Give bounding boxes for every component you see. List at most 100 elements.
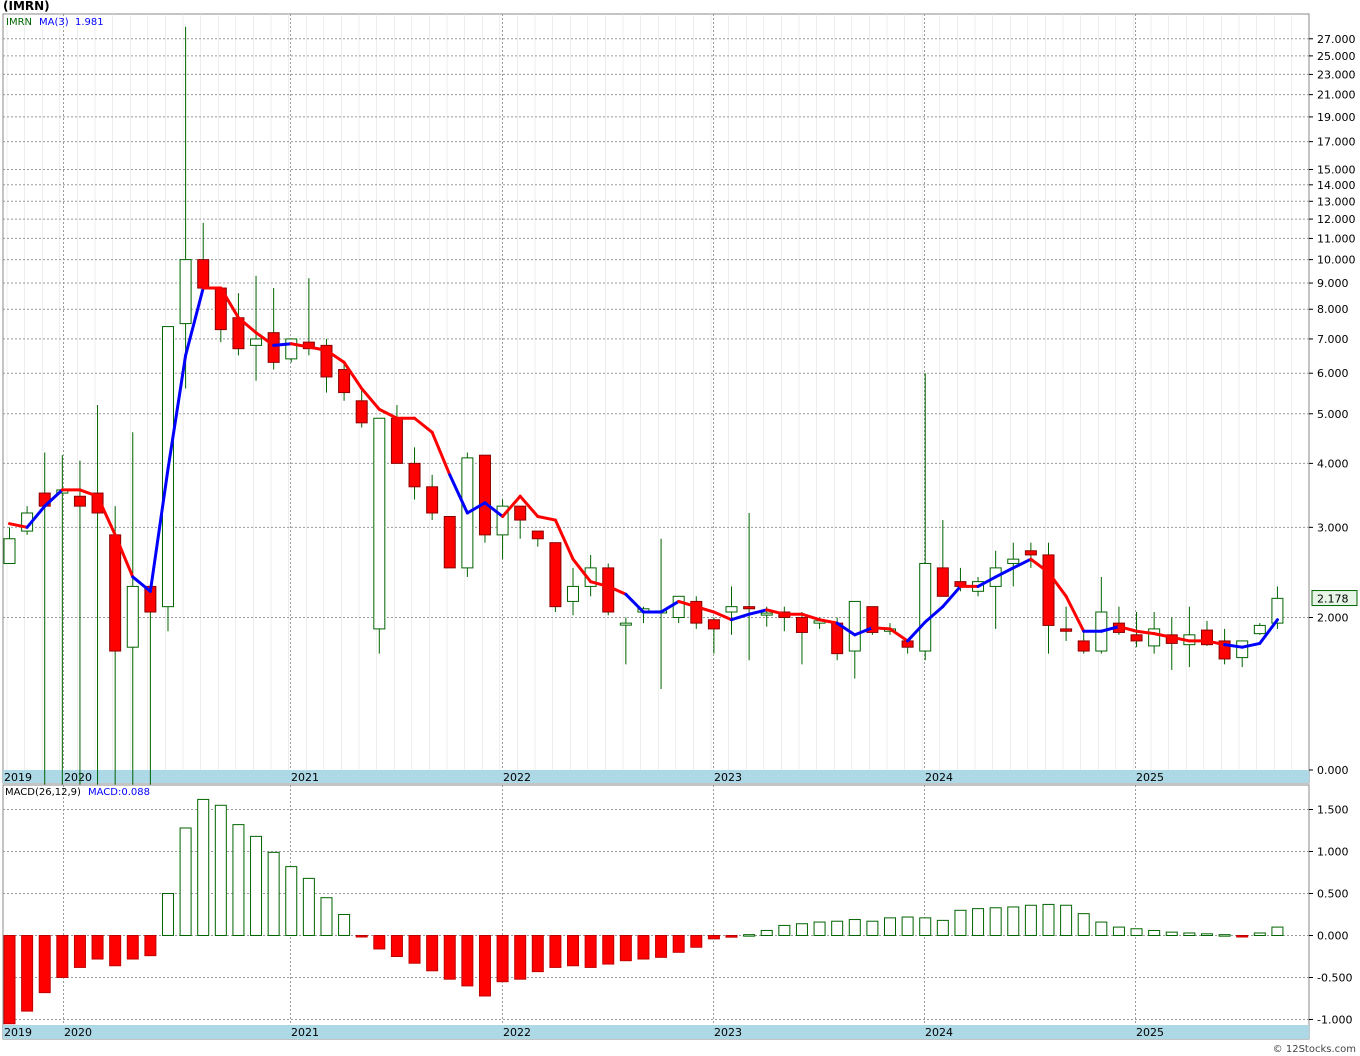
price-tick-label: 5.000 <box>1317 408 1349 421</box>
macd-bar-positive <box>1253 932 1266 936</box>
candle-body-down <box>602 567 615 613</box>
candle-body-down <box>1042 554 1055 626</box>
legend-macd-value: MACD:0.088 <box>88 787 150 798</box>
macd-bar-negative <box>619 935 632 962</box>
macd-bar-positive <box>1130 928 1143 937</box>
price-tick-label: 9.000 <box>1317 277 1349 290</box>
candle-body-up <box>725 606 738 613</box>
macd-bar-positive <box>1218 934 1231 937</box>
macd-bar-positive <box>1183 932 1196 936</box>
candle-body-down <box>267 332 280 363</box>
candle-body-up <box>373 417 386 630</box>
macd-bar-positive <box>989 907 1002 937</box>
candle-body-down <box>390 417 403 464</box>
candle-body-down <box>1060 628 1073 632</box>
candle-body-down <box>514 505 527 521</box>
date-tick-label: 2024 <box>925 771 953 784</box>
candle-body-down <box>338 369 351 394</box>
candle-body-up <box>126 585 139 648</box>
macd-bar-negative <box>21 935 34 1012</box>
macd-bar-positive <box>1042 903 1055 936</box>
price-tick-label: 4.000 <box>1317 457 1349 470</box>
macd-bar-positive <box>214 804 227 936</box>
macd-bar-negative <box>91 935 104 960</box>
candle <box>549 542 562 613</box>
macd-bar-positive <box>1007 906 1020 937</box>
ma-segment <box>272 342 293 347</box>
macd-bar-negative <box>637 935 650 960</box>
macd-bar-negative <box>390 935 403 957</box>
macd-bar-positive <box>1095 921 1108 936</box>
macd-bar-positive <box>778 924 791 936</box>
ma-segment <box>870 626 892 631</box>
price-tick-label: 14.000 <box>1317 179 1356 192</box>
candle-body-down <box>408 462 421 488</box>
candle-body-up <box>1236 640 1249 659</box>
candle <box>443 515 456 569</box>
candle-body-down <box>831 622 844 655</box>
candle-body-down <box>197 259 210 289</box>
macd-bar-positive <box>919 917 932 936</box>
macd-bar-positive <box>972 908 985 936</box>
macd-bar-positive <box>901 916 914 937</box>
legend-ma-value: 1.981 <box>75 17 104 28</box>
price-tick-label: 17.000 <box>1317 136 1356 149</box>
date-tick-label: 2020 <box>64 771 92 784</box>
price-tick-label: 23.000 <box>1317 68 1356 81</box>
macd-bar-negative <box>496 935 509 983</box>
macd-bar-positive <box>1077 913 1090 936</box>
macd-bar-negative <box>602 935 615 965</box>
date-tick-label: 2025 <box>1136 771 1164 784</box>
price-tick-label: 7.000 <box>1317 333 1349 346</box>
price-panel-frame <box>2 13 1310 784</box>
candle-body-up <box>3 538 16 564</box>
price-tick-label: 13.000 <box>1317 195 1356 208</box>
macd-bar-negative <box>126 935 139 960</box>
macd-bar-negative <box>144 935 157 957</box>
candle-body-up <box>760 612 773 616</box>
macd-bar-negative <box>1236 935 1249 938</box>
price-tick-label: 15.000 <box>1317 163 1356 176</box>
candle-body-down <box>549 542 562 608</box>
date-tick-label: 2025 <box>1136 1026 1164 1039</box>
date-tick-label: 2019 <box>4 1026 32 1039</box>
watermark: © 12Stocks.com <box>1272 1044 1356 1055</box>
candle-body-down <box>443 515 456 569</box>
macd-bar-positive <box>338 914 351 936</box>
price-tick-label: 2.000 <box>1317 612 1349 625</box>
macd-bar-negative <box>478 935 491 997</box>
price-tick-label: 25.000 <box>1317 50 1356 63</box>
candle-body-down <box>531 530 544 540</box>
macd-bar-negative <box>707 935 720 940</box>
candle-body-up <box>1253 624 1266 635</box>
macd-bar-negative <box>38 935 51 994</box>
macd-bar-negative <box>109 935 122 967</box>
macd-bar-negative <box>549 935 562 968</box>
macd-bar-positive <box>936 919 949 937</box>
date-tick-label: 2022 <box>503 771 531 784</box>
date-tick-label: 2024 <box>925 1026 953 1039</box>
macd-bar-negative <box>443 935 456 980</box>
price-tick-label: 11.000 <box>1317 232 1356 245</box>
price-panel: 2019 2020 2021 2022 2023 2024 2025 <box>2 13 1310 784</box>
legend-ma-label: MA(3) <box>39 17 69 28</box>
date-tick-label: 2023 <box>714 771 742 784</box>
candle-body-down <box>795 617 808 633</box>
macd-date-band <box>3 1025 1309 1039</box>
macd-bar-positive <box>285 866 298 936</box>
candle-body-down <box>936 567 949 597</box>
price-tick-label: 27.000 <box>1317 33 1356 46</box>
candle-body-down <box>707 619 720 630</box>
macd-bar-positive <box>866 920 879 936</box>
macd-bar-positive <box>743 934 756 937</box>
price-date-band <box>3 770 1309 783</box>
candle-body-up <box>567 585 580 602</box>
macd-bar-negative <box>514 935 527 980</box>
candle-body-up <box>848 600 861 652</box>
macd-bar-positive <box>795 923 808 936</box>
candle-body-down <box>426 486 439 514</box>
macd-tick-label: 1.000 <box>1317 846 1349 859</box>
macd-bar-negative <box>567 935 580 967</box>
macd-bar-positive <box>267 851 280 937</box>
candle-body-up <box>179 259 192 325</box>
